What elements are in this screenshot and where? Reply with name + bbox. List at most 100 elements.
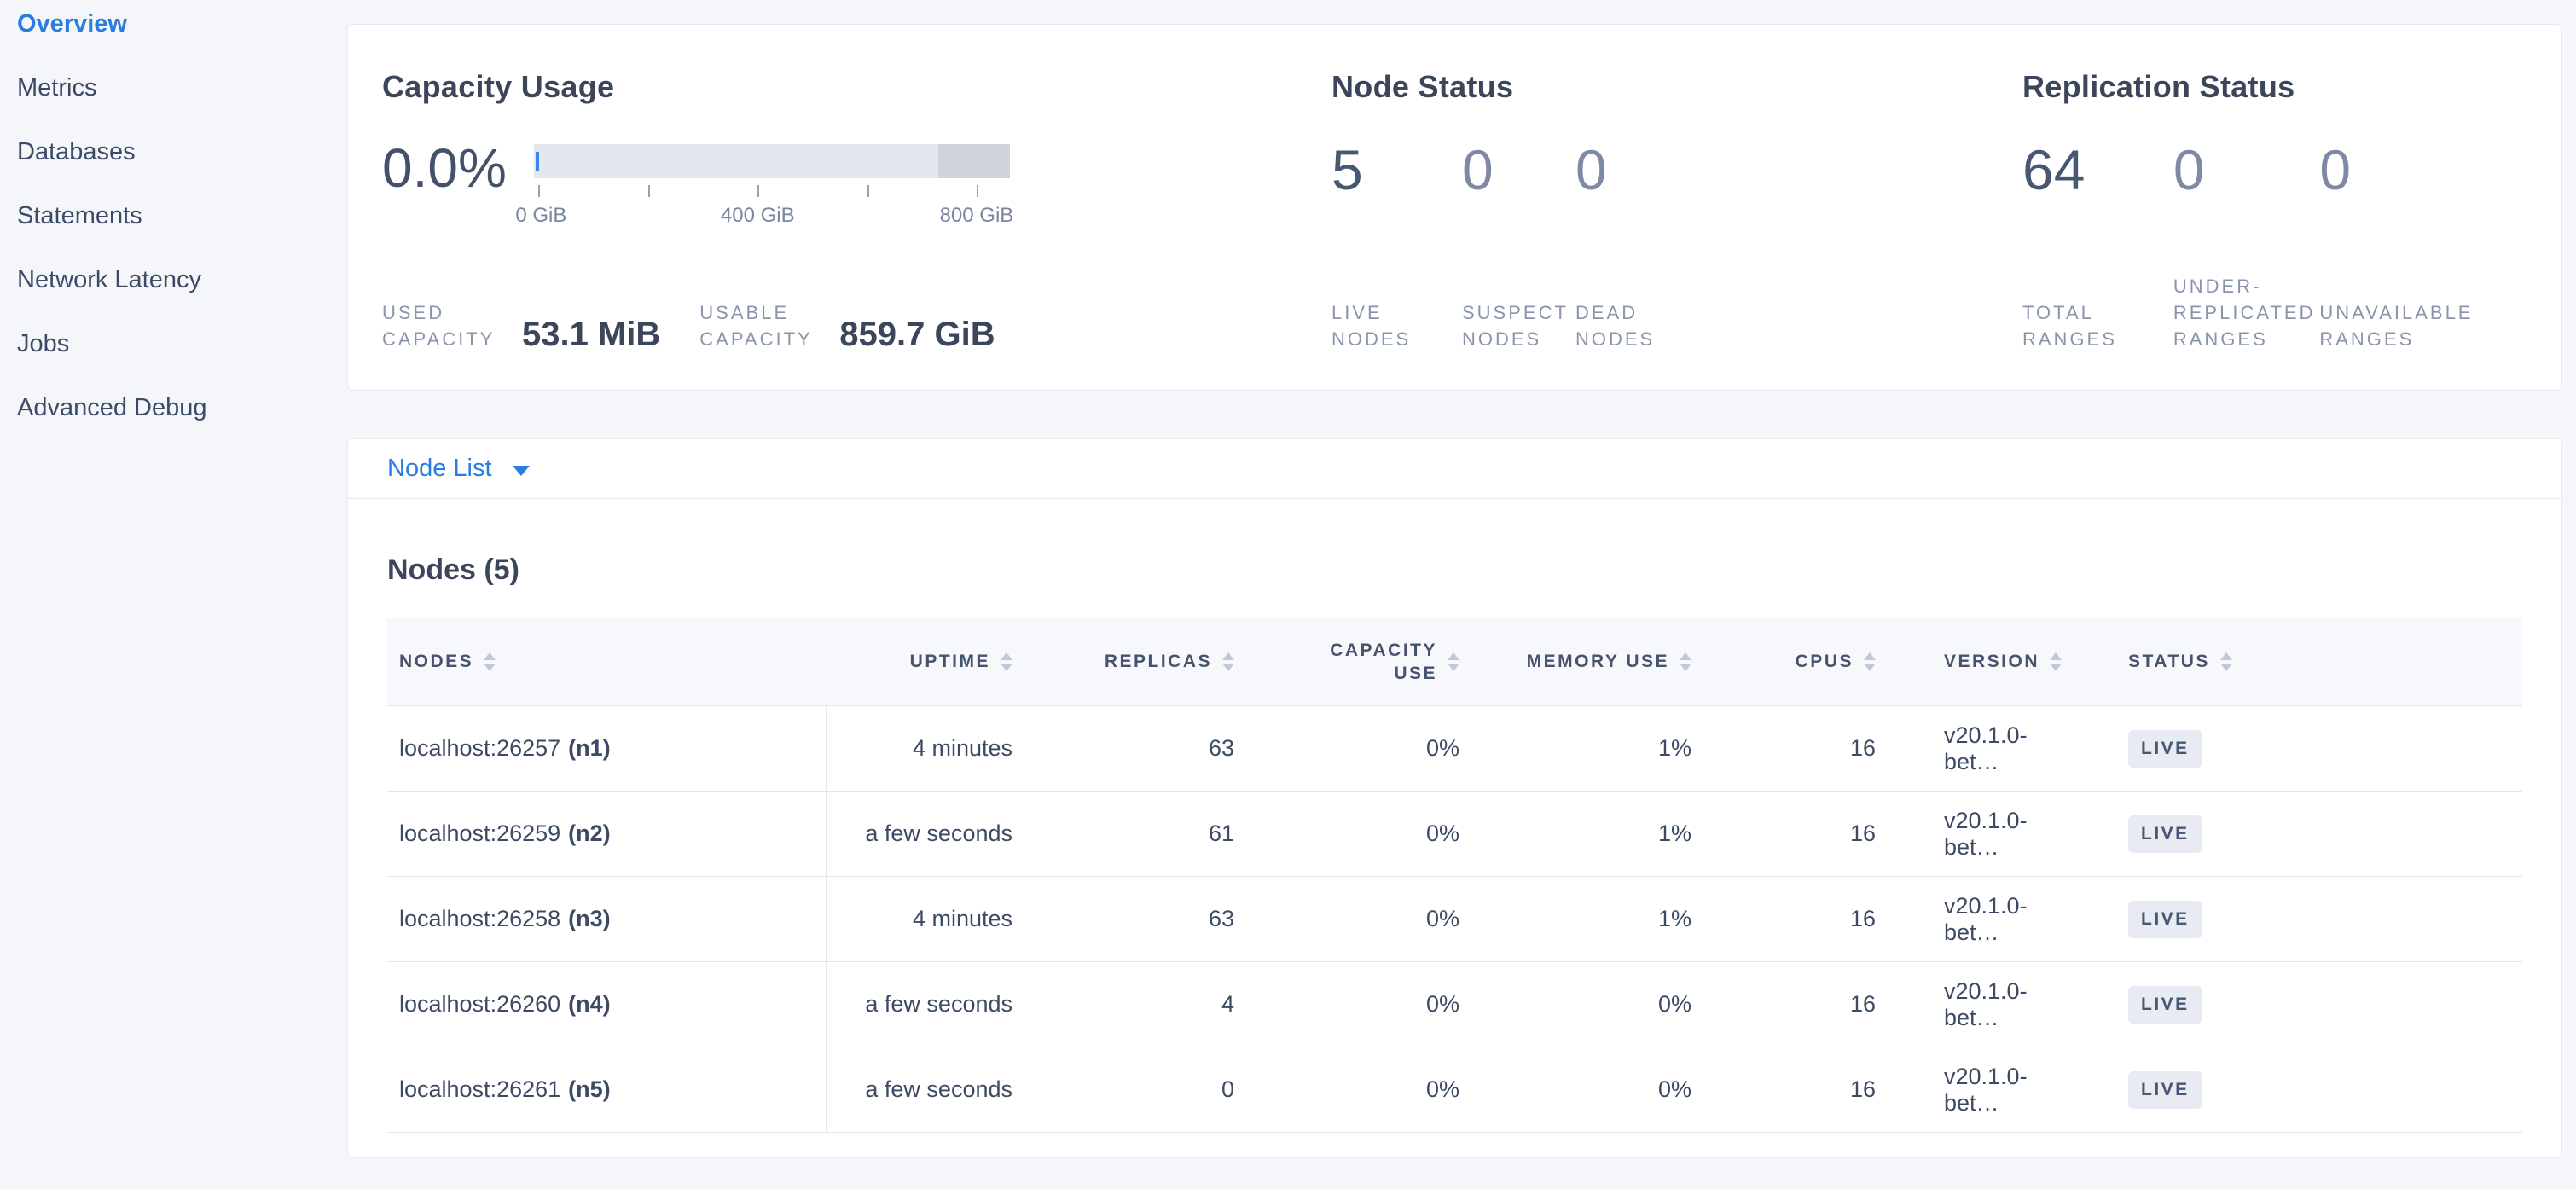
sort-icon — [1001, 652, 1012, 671]
status-badge: LIVE — [2128, 986, 2202, 1024]
uptime-cell: 4 minutes — [827, 706, 1021, 791]
capacity-usage-chart: 0 GiB 400 GiB 800 GiB — [534, 144, 1010, 229]
node-id: (n3) — [568, 906, 611, 932]
version-cell: v20.1.0-bet… — [1884, 706, 2068, 791]
column-header-cpus[interactable]: CPUS — [1700, 618, 1884, 705]
node-status-title: Node Status — [1332, 69, 2005, 105]
memory-use-cell: 1% — [1468, 792, 1700, 876]
axis-label-0gib: 0 GiB — [515, 204, 566, 228]
node-address: localhost:26261 — [399, 1076, 560, 1103]
nodes-table: NODES UPTIME REPLICAS CAPACITY USE — [387, 618, 2522, 1133]
node-link[interactable]: localhost:26258 (n3) — [387, 877, 827, 961]
under-replicated-ranges-stat: 0 UNDER-REPLICATED RANGES — [2173, 139, 2319, 352]
table-row: localhost:26260 (n4) a few seconds 4 0% … — [387, 962, 2522, 1047]
capacity-usage-section: Capacity Usage 0.0% — [382, 69, 1320, 352]
table-header-row: NODES UPTIME REPLICAS CAPACITY USE — [387, 618, 2522, 706]
sidebar-item-metrics[interactable]: Metrics — [0, 69, 347, 133]
memory-use-cell: 0% — [1468, 1047, 1700, 1132]
unavailable-ranges-label: UNAVAILABLE RANGES — [2319, 299, 2527, 352]
live-nodes-label: LIVE NODES — [1332, 299, 1417, 352]
version-cell: v20.1.0-bet… — [1884, 962, 2068, 1047]
usable-capacity-stat: USABLE CAPACITY 859.7 GiB — [699, 299, 995, 352]
status-cell: LIVE — [2068, 792, 2522, 876]
status-cell: LIVE — [2068, 706, 2522, 791]
cluster-summary-card: Capacity Usage 0.0% — [347, 24, 2562, 391]
dead-nodes-label: DEAD NODES — [1575, 299, 1661, 352]
column-header-status[interactable]: STATUS — [2068, 618, 2522, 705]
status-cell: LIVE — [2068, 962, 2522, 1047]
node-address: localhost:26259 — [399, 821, 560, 847]
unavailable-ranges-value: 0 — [2319, 139, 2527, 200]
node-link[interactable]: localhost:26259 (n2) — [387, 792, 827, 876]
node-address: localhost:26260 — [399, 991, 560, 1018]
used-capacity-stat: USED CAPACITY 53.1 MiB — [382, 299, 660, 352]
node-link[interactable]: localhost:26261 (n5) — [387, 1047, 827, 1132]
uptime-cell: 4 minutes — [827, 877, 1021, 961]
version-cell: v20.1.0-bet… — [1884, 792, 2068, 876]
sidebar-item-overview[interactable]: Overview — [0, 5, 347, 69]
usable-capacity-value: 859.7 GiB — [839, 316, 995, 352]
node-list-dropdown[interactable]: Node List — [387, 455, 530, 483]
dead-nodes-stat: 0 DEAD NODES — [1575, 139, 1661, 352]
capacity-use-cell: 0% — [1243, 706, 1468, 791]
replicas-cell: 4 — [1021, 962, 1243, 1047]
capacity-use-cell: 0% — [1243, 877, 1468, 961]
memory-use-cell: 1% — [1468, 877, 1700, 961]
sidebar-item-jobs[interactable]: Jobs — [0, 325, 347, 389]
suspect-nodes-stat: 0 SUSPECT NODES — [1462, 139, 1575, 352]
replicas-cell: 63 — [1021, 706, 1243, 791]
column-header-uptime[interactable]: UPTIME — [827, 618, 1021, 705]
total-ranges-value: 64 — [2022, 139, 2173, 200]
sidebar-item-network-latency[interactable]: Network Latency — [0, 261, 347, 325]
replication-status-title: Replication Status — [2022, 69, 2527, 105]
sort-icon — [484, 652, 496, 671]
status-badge: LIVE — [2128, 901, 2202, 938]
node-link[interactable]: localhost:26260 (n4) — [387, 962, 827, 1047]
column-header-capacity-use[interactable]: CAPACITY USE — [1243, 618, 1468, 705]
node-status-section: Node Status 5 LIVE NODES 0 SUSPECT NODES… — [1332, 69, 2005, 352]
cpus-cell: 16 — [1700, 792, 1884, 876]
version-cell: v20.1.0-bet… — [1884, 877, 2068, 961]
live-nodes-stat: 5 LIVE NODES — [1332, 139, 1462, 352]
memory-use-cell: 0% — [1468, 962, 1700, 1047]
column-header-nodes[interactable]: NODES — [387, 618, 827, 705]
sidebar-item-databases[interactable]: Databases — [0, 133, 347, 197]
capacity-use-cell: 0% — [1243, 792, 1468, 876]
sidebar: Overview Metrics Databases Statements Ne… — [0, 0, 347, 453]
cpus-cell: 16 — [1700, 962, 1884, 1047]
node-address: localhost:26257 — [399, 735, 560, 762]
node-list-bar: Node List — [348, 439, 2561, 499]
column-header-version[interactable]: VERSION — [1884, 618, 2068, 705]
unavailable-ranges-stat: 0 UNAVAILABLE RANGES — [2319, 139, 2527, 352]
capacity-use-cell: 0% — [1243, 962, 1468, 1047]
table-row: localhost:26259 (n2) a few seconds 61 0%… — [387, 792, 2522, 877]
used-capacity-label: USED CAPACITY — [382, 299, 502, 352]
capacity-used-percent: 0.0% — [382, 141, 534, 229]
sort-icon — [2220, 652, 2232, 671]
reserved-capacity-segment — [938, 144, 1010, 178]
sidebar-item-advanced-debug[interactable]: Advanced Debug — [0, 389, 347, 453]
live-nodes-value: 5 — [1332, 139, 1462, 200]
cpus-cell: 16 — [1700, 1047, 1884, 1132]
chevron-down-icon — [513, 466, 530, 476]
table-row: localhost:26257 (n1) 4 minutes 63 0% 1% … — [387, 706, 2522, 792]
dead-nodes-value: 0 — [1575, 139, 1661, 200]
usable-capacity-bar — [534, 144, 1010, 178]
column-header-replicas[interactable]: REPLICAS — [1021, 618, 1243, 705]
total-ranges-stat: 64 TOTAL RANGES — [2022, 139, 2173, 352]
cpus-cell: 16 — [1700, 877, 1884, 961]
node-list-card: Node List Nodes (5) NODES UPTIME — [347, 438, 2562, 1158]
node-id: (n2) — [568, 821, 611, 847]
node-link[interactable]: localhost:26257 (n1) — [387, 706, 827, 791]
replicas-cell: 63 — [1021, 877, 1243, 961]
capacity-axis-ticks — [534, 185, 1010, 202]
under-replicated-ranges-value: 0 — [2173, 139, 2319, 200]
sidebar-item-statements[interactable]: Statements — [0, 197, 347, 261]
cpus-cell: 16 — [1700, 706, 1884, 791]
status-cell: LIVE — [2068, 1047, 2522, 1132]
capacity-use-cell: 0% — [1243, 1047, 1468, 1132]
replicas-cell: 0 — [1021, 1047, 1243, 1132]
status-badge: LIVE — [2128, 815, 2202, 853]
usable-capacity-label: USABLE CAPACITY — [699, 299, 819, 352]
column-header-memory-use[interactable]: MEMORY USE — [1468, 618, 1700, 705]
